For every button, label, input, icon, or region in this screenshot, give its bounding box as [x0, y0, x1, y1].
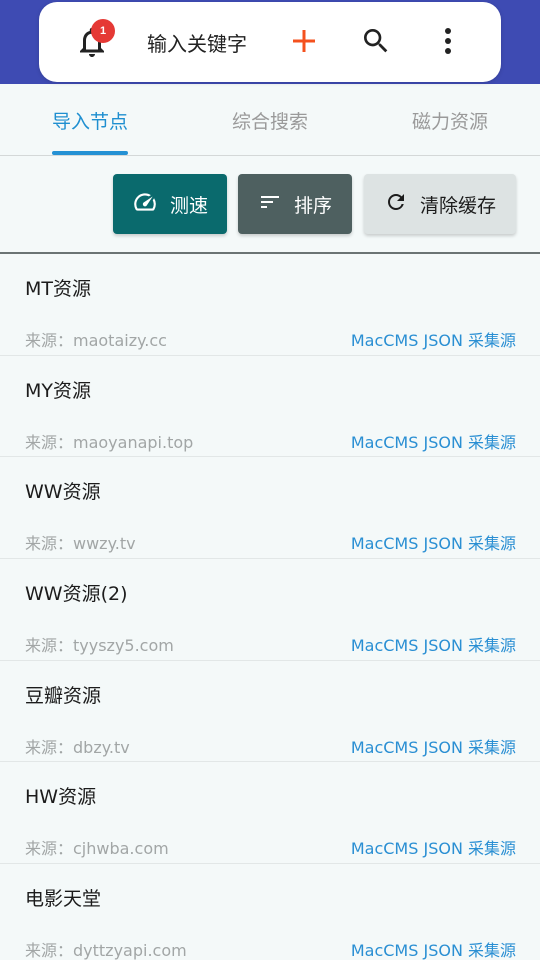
notification-badge: 1 — [91, 19, 115, 43]
list-item[interactable]: MT资源 来源：maotaizy.cc MacCMS JSON 采集源 — [0, 254, 540, 356]
source-type: MacCMS JSON 采集源 — [350, 432, 516, 452]
source-type: MacCMS JSON 采集源 — [350, 534, 516, 554]
speed-test-button[interactable]: 测速 — [113, 174, 227, 234]
tab-magnet-resources[interactable]: 磁力资源 — [360, 84, 540, 156]
speedometer-icon — [132, 189, 158, 220]
source-type: MacCMS JSON 采集源 — [350, 636, 516, 656]
source-name: WW资源(2) — [25, 583, 128, 606]
list-item[interactable]: HW资源 来源：cjhwba.com MacCMS JSON 采集源 — [0, 762, 540, 865]
source-type: MacCMS JSON 采集源 — [350, 737, 516, 757]
tab-combined-search[interactable]: 综合搜索 — [180, 84, 360, 156]
tab-bar: 导入节点 综合搜索 磁力资源 — [0, 84, 540, 156]
speed-test-label: 测速 — [169, 194, 208, 217]
source-name: 电影天堂 — [25, 888, 102, 911]
source-name: MT资源 — [25, 278, 91, 300]
source-type: MacCMS JSON 采集源 — [350, 941, 516, 960]
list-item[interactable]: 豆瓣资源 来源：dbzy.tv MacCMS JSON 采集源 — [0, 661, 540, 763]
refresh-icon — [384, 190, 408, 219]
tab-import-nodes[interactable]: 导入节点 — [0, 84, 180, 156]
source-name: 豆瓣资源 — [25, 684, 102, 707]
clear-cache-button[interactable]: 清除缓存 — [364, 174, 516, 234]
tab-indicator — [52, 151, 128, 155]
source-name: HW资源 — [25, 786, 97, 809]
more-vert-icon[interactable] — [434, 25, 462, 57]
source-type: MacCMS JSON 采集源 — [350, 331, 516, 350]
plus-icon[interactable] — [289, 26, 319, 56]
sort-label: 排序 — [293, 194, 332, 217]
clear-cache-label: 清除缓存 — [419, 194, 496, 217]
search-icon[interactable] — [360, 25, 392, 57]
search-input[interactable]: 输入关键字 — [147, 28, 265, 58]
source-domain: 来源：wwzy.tv — [25, 534, 136, 554]
source-domain: 来源：dyttzyapi.com — [25, 941, 187, 960]
list-item[interactable]: WW资源 来源：wwzy.tv MacCMS JSON 采集源 — [0, 457, 540, 560]
sort-button[interactable]: 排序 — [238, 174, 352, 234]
source-domain: 来源：maotaizy.cc — [25, 331, 167, 350]
source-name: MY资源 — [25, 379, 91, 402]
source-domain: 来源：tyyszy5.com — [25, 636, 174, 656]
source-type: MacCMS JSON 采集源 — [350, 839, 516, 859]
source-list: MT资源 来源：maotaizy.cc MacCMS JSON 采集源 MY资源… — [0, 254, 540, 960]
source-domain: 来源：cjhwba.com — [25, 839, 169, 859]
source-domain: 来源：maoyanapi.top — [25, 432, 194, 452]
list-item[interactable]: WW资源(2) 来源：tyyszy5.com MacCMS JSON 采集源 — [0, 559, 540, 661]
sort-icon — [258, 190, 282, 219]
source-name: WW资源 — [25, 481, 101, 504]
list-item[interactable]: 电影天堂 来源：dyttzyapi.com MacCMS JSON 采集源 — [0, 864, 540, 960]
list-item[interactable]: MY资源 来源：maoyanapi.top MacCMS JSON 采集源 — [0, 356, 540, 458]
source-domain: 来源：dbzy.tv — [25, 737, 130, 757]
